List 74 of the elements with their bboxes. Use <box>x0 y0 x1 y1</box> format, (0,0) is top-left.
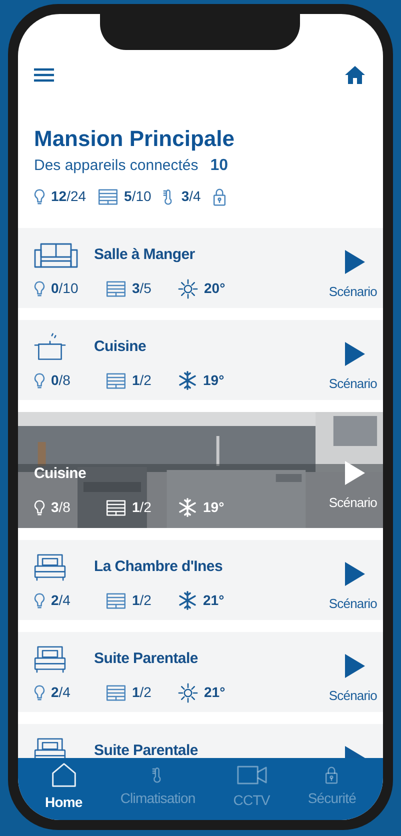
scenario-label: Scénario <box>328 494 377 512</box>
home-icon <box>345 66 365 84</box>
room-card[interactable]: La Chambre d'Ines 2/4 1/2 21° Scénario <box>18 540 383 620</box>
menu-icon <box>34 68 54 82</box>
stat-value: 1/2 <box>132 498 152 517</box>
sun-icon <box>178 278 198 298</box>
room-name: Suite Parentale <box>94 740 198 758</box>
video-camera-icon <box>236 764 267 786</box>
lightbulb-icon <box>34 188 45 204</box>
room-name: Salle à Manger <box>94 244 195 265</box>
stat-value: 1/2 <box>132 371 152 390</box>
room-card[interactable]: Salle à Manger 0/10 3/5 20° Scénario <box>18 228 383 308</box>
stat-value: 2/4 <box>51 591 70 610</box>
lightbulb-icon <box>34 592 45 608</box>
play-button[interactable] <box>345 562 365 586</box>
stat-value: 21° <box>204 683 226 702</box>
stat-value: 21° <box>203 591 224 610</box>
snowflake-icon <box>178 591 197 610</box>
bed-icon <box>34 645 66 673</box>
sun-icon <box>178 682 198 702</box>
stat-value: 5/10 <box>124 187 152 206</box>
stat-value: 3/5 <box>132 279 152 298</box>
room-name: Cuisine <box>34 464 86 484</box>
title: Mansion Principale <box>34 126 236 152</box>
stat-value: 3/8 <box>51 498 70 517</box>
lightbulb-icon <box>34 684 45 700</box>
stat-value: 19° <box>203 371 224 390</box>
play-button[interactable] <box>345 654 365 678</box>
room-card[interactable]: Suite Parentale <box>18 724 383 758</box>
room-name: Cuisine <box>94 336 146 357</box>
padlock-icon <box>325 766 338 784</box>
bed-icon <box>34 553 66 581</box>
lightbulb-icon <box>34 372 45 388</box>
play-button[interactable] <box>345 342 365 366</box>
stat-value: 0/10 <box>51 279 78 298</box>
blinds-icon <box>98 188 118 204</box>
scenario-label: Scénario <box>328 375 377 393</box>
scenario-label: Scénario <box>328 687 377 705</box>
play-button[interactable] <box>345 250 365 274</box>
stat-value: 2/4 <box>51 683 70 702</box>
scenario-label: Scénario <box>328 283 377 301</box>
subtitle: Des appareils connectés <box>34 156 198 176</box>
snowflake-icon <box>178 498 197 517</box>
blinds-icon <box>106 684 126 700</box>
bed-icon <box>34 737 66 758</box>
stat-value: 1/2 <box>132 683 152 702</box>
room-name: Suite Parentale <box>94 648 198 669</box>
stat-value: 1/2 <box>132 591 152 610</box>
room-card[interactable]: Suite Parentale 2/4 1/2 21° Scénario <box>18 632 383 712</box>
stat-value: 3/4 <box>181 187 201 206</box>
lightbulb-icon <box>34 500 45 516</box>
nav-tab[interactable]: Home <box>45 762 82 812</box>
blinds-icon <box>106 372 126 388</box>
home-button[interactable] <box>345 66 365 84</box>
room-card[interactable]: Cuisine 0/8 1/2 19° Scénario <box>18 320 383 400</box>
play-button[interactable] <box>345 460 365 484</box>
snowflake-icon <box>178 371 197 390</box>
sofa-icon <box>34 241 78 269</box>
stat-value: 12/24 <box>51 187 86 206</box>
cooking-pot-icon <box>34 332 66 362</box>
stat-value: 19° <box>203 498 224 517</box>
device-count: 10 <box>210 156 228 176</box>
menu-button[interactable] <box>34 68 54 82</box>
blinds-icon <box>106 500 126 516</box>
blinds-icon <box>106 592 126 608</box>
blinds-icon <box>106 280 126 296</box>
stat-value: 0/8 <box>51 371 70 390</box>
scenario-label: Scénario <box>328 595 377 613</box>
padlock-icon <box>212 188 226 206</box>
house-icon <box>50 762 77 788</box>
stat-value: 20° <box>204 279 226 298</box>
lightbulb-icon <box>34 280 45 296</box>
room-name: La Chambre d'Ines <box>94 556 223 577</box>
room-card[interactable]: Cuisine 3/8 1/2 19° Scénario <box>18 412 383 528</box>
